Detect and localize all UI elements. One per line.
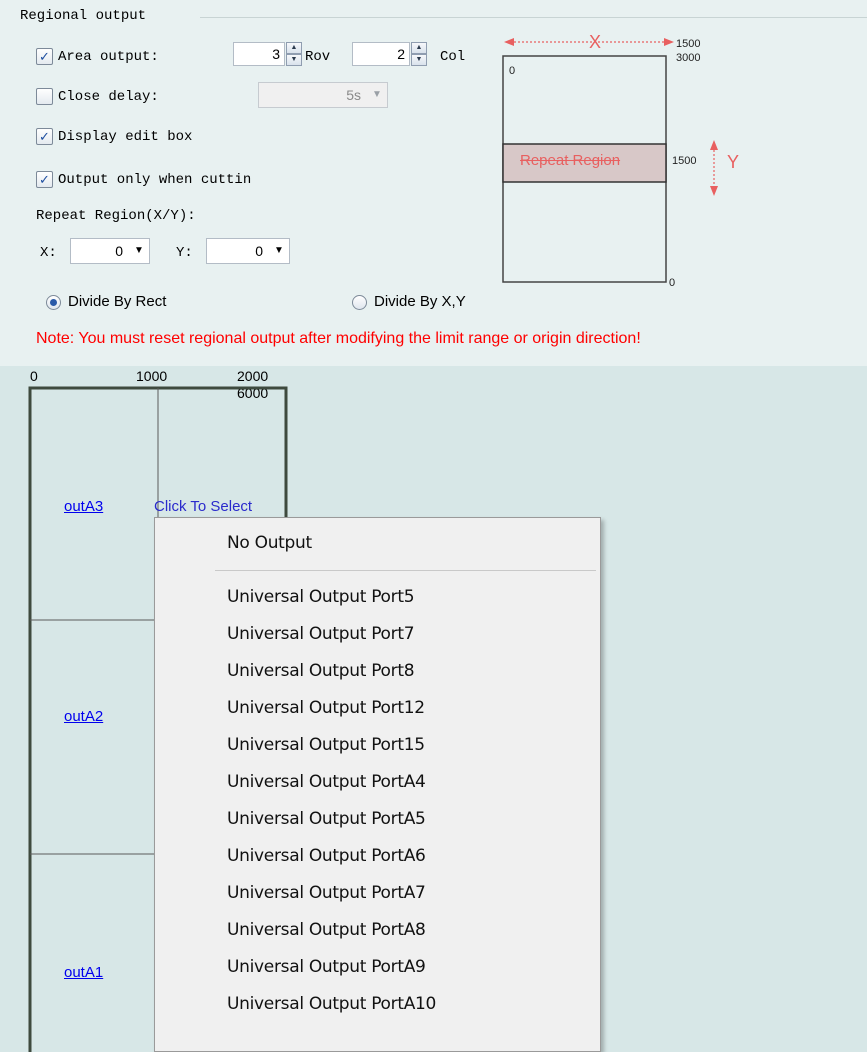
chevron-down-icon: ▼ [372, 89, 382, 100]
cell-link-outA3[interactable]: outA3 [64, 498, 103, 515]
close-delay-value: 5s [346, 87, 361, 103]
cols-input[interactable]: 2 [352, 42, 410, 66]
grid-x-tick: 2000 [237, 368, 269, 384]
group-border [200, 17, 867, 18]
close-delay-label: Close delay: [58, 89, 159, 105]
cols-stepper[interactable]: ▲ ▼ [411, 42, 427, 66]
divide-by-rect-label: Divide By Rect [68, 293, 167, 310]
output-port-context-menu: No Output Universal Output Port5 Univers… [154, 517, 601, 1052]
menu-separator [215, 570, 596, 571]
divide-by-rect-radio[interactable] [46, 295, 61, 310]
close-delay-checkbox[interactable] [36, 88, 53, 105]
spin-up-icon[interactable]: ▲ [411, 42, 427, 54]
click-to-select-link[interactable]: Click To Select [154, 498, 252, 515]
menu-item-no-output[interactable]: No Output [227, 533, 312, 553]
chevron-down-icon: ▼ [274, 245, 284, 256]
spin-down-icon[interactable]: ▼ [411, 54, 427, 66]
menu-item[interactable]: Universal Output PortA4 [227, 772, 426, 792]
preview-y-mid: 1500 [672, 155, 697, 167]
repeat-region-label: Repeat Region(X/Y): [36, 208, 196, 224]
reset-note: Note: You must reset regional output aft… [36, 330, 641, 347]
area-output-label: Area output: [58, 49, 159, 65]
spin-up-icon[interactable]: ▲ [286, 42, 302, 54]
row-label: Rov [305, 49, 331, 65]
cell-link-outA2[interactable]: outA2 [64, 708, 103, 725]
menu-item[interactable]: Universal Output PortA7 [227, 883, 426, 903]
preview-repeat-label: Repeat Region [520, 152, 621, 169]
output-only-checkbox[interactable]: ✓ [36, 171, 53, 188]
menu-item[interactable]: Universal Output PortA8 [227, 920, 426, 940]
rows-input[interactable]: 3 [233, 42, 285, 66]
repeat-x-label: X: [40, 245, 57, 261]
menu-item[interactable]: Universal Output Port12 [227, 698, 425, 718]
radio-dot-icon [50, 299, 57, 306]
menu-icon-gutter [155, 518, 215, 1051]
preview-origin: 0 [509, 65, 516, 77]
repeat-x-value: 0 [115, 243, 123, 259]
repeat-x-select[interactable]: 0 ▼ [70, 238, 150, 264]
preview-x-axis-label: X [589, 32, 602, 52]
cell-link-outA1[interactable]: outA1 [64, 964, 103, 981]
divide-by-xy-radio[interactable] [352, 295, 367, 310]
menu-item[interactable]: Universal Output PortA10 [227, 994, 436, 1014]
rows-stepper[interactable]: ▲ ▼ [286, 42, 302, 66]
grid-x-tick: 0 [30, 368, 38, 384]
repeat-y-value: 0 [255, 243, 263, 259]
menu-item[interactable]: Universal Output Port5 [227, 587, 415, 607]
preview-x-end: 1500 [676, 38, 701, 50]
preview-y-axis-label: Y [727, 152, 740, 172]
menu-item[interactable]: Universal Output Port15 [227, 735, 425, 755]
preview-bottom-zero: 0 [669, 277, 676, 289]
grid-x-tick: 1000 [136, 368, 168, 384]
divide-by-xy-label: Divide By X,Y [374, 293, 466, 310]
area-output-checkbox[interactable]: ✓ [36, 48, 53, 65]
repeat-y-label: Y: [176, 245, 193, 261]
menu-item[interactable]: Universal Output PortA5 [227, 809, 426, 829]
chevron-down-icon: ▼ [134, 245, 144, 256]
spin-down-icon[interactable]: ▼ [286, 54, 302, 66]
menu-item[interactable]: Universal Output PortA6 [227, 846, 426, 866]
menu-item[interactable]: Universal Output Port7 [227, 624, 415, 644]
close-delay-select[interactable]: 5s ▼ [258, 82, 388, 108]
col-label: Col [440, 49, 466, 65]
output-only-label: Output only when cuttin [58, 172, 252, 188]
menu-item[interactable]: Universal Output PortA9 [227, 957, 426, 977]
regional-output-panel: Regional output ✓ Area output: 3 ▲ ▼ Rov… [0, 0, 867, 366]
preview-y-end: 3000 [676, 52, 701, 64]
display-edit-box-checkbox[interactable]: ✓ [36, 128, 53, 145]
group-title: Regional output [18, 8, 149, 24]
menu-item[interactable]: Universal Output Port8 [227, 661, 415, 681]
repeat-y-select[interactable]: 0 ▼ [206, 238, 290, 264]
display-edit-box-label: Display edit box [58, 129, 193, 145]
